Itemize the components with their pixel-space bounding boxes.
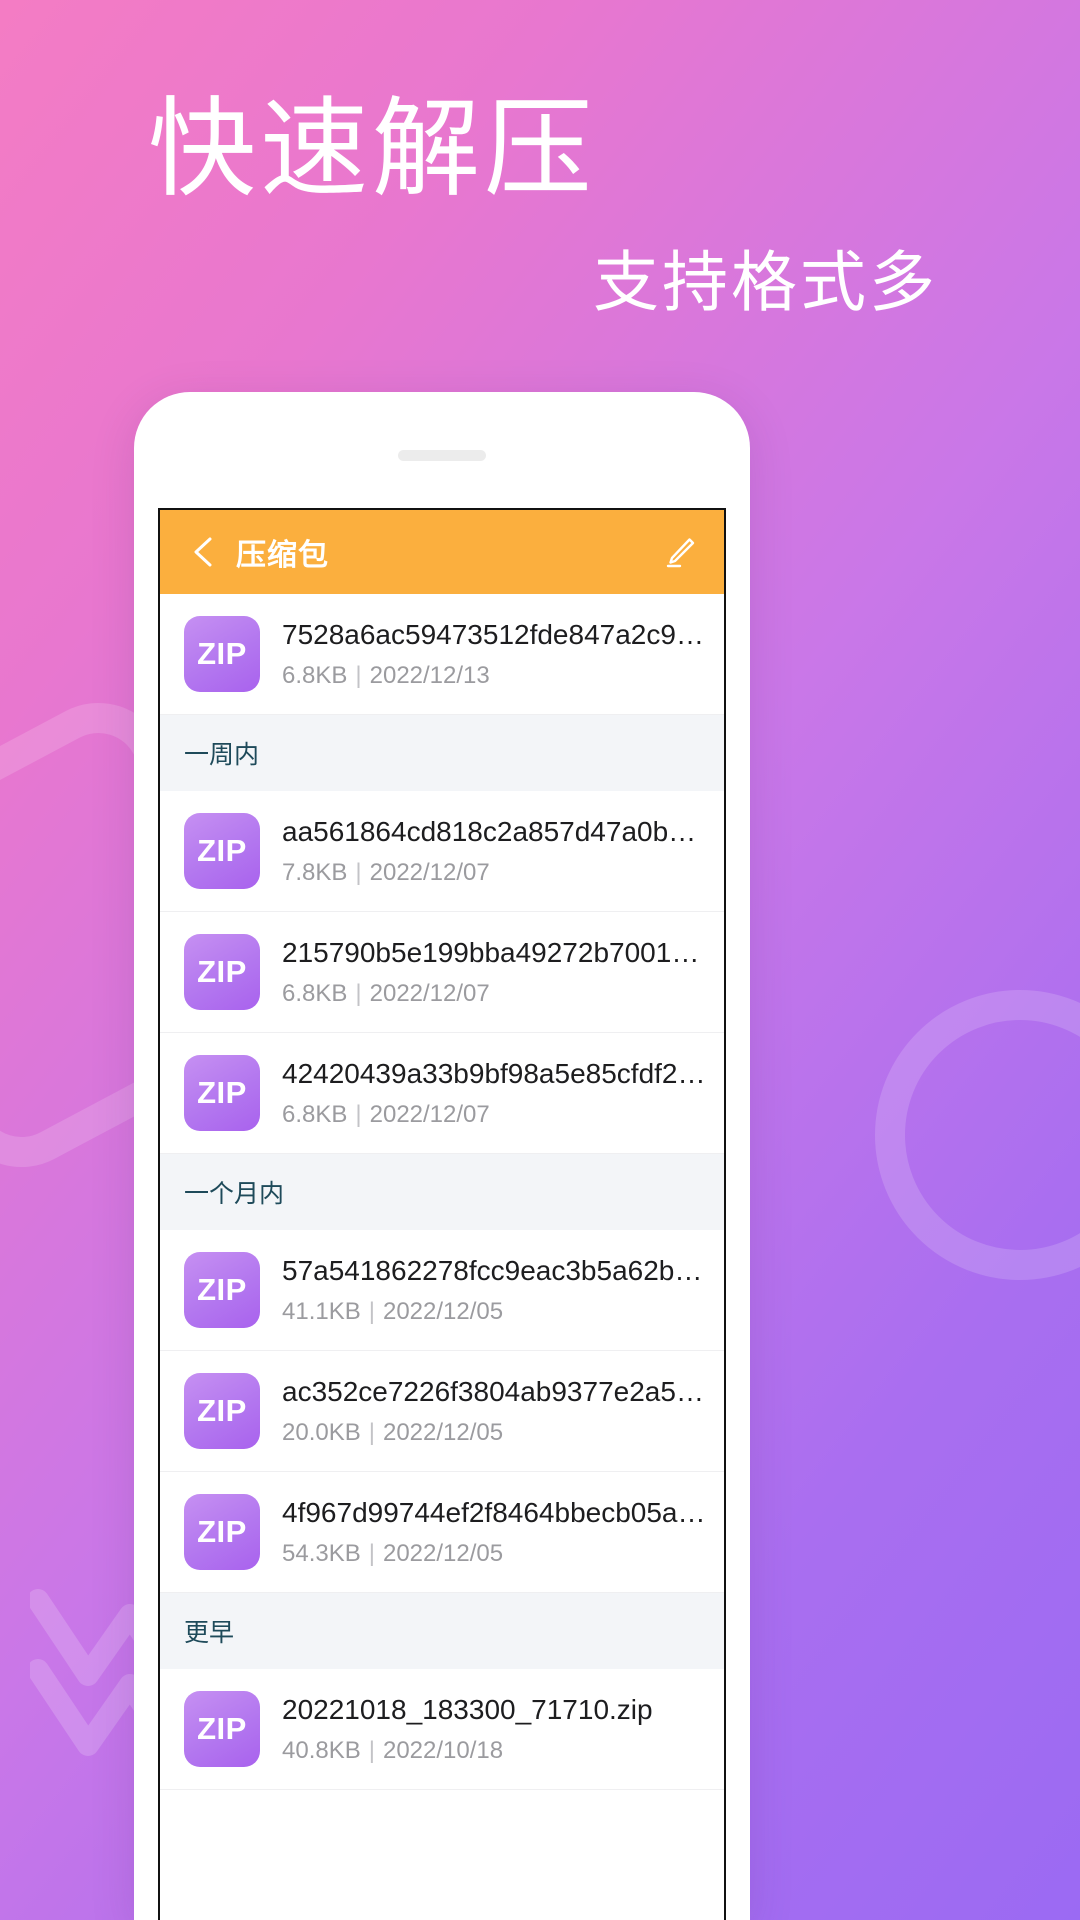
meta-separator: |	[368, 1298, 375, 1326]
meta-separator: |	[355, 1101, 362, 1129]
file-meta: 6.8KB | 2022/12/13	[282, 662, 710, 691]
zip-file-icon: ZIP	[184, 1494, 260, 1570]
meta-separator: |	[368, 1419, 375, 1447]
file-name: aa561864cd818c2a857d47a0b2ppb9fac7.zip	[282, 816, 710, 848]
file-row[interactable]: ZIP aa561864cd818c2a857d47a0b2ppb9fac7.zi…	[160, 791, 724, 912]
file-name: 20221018_183300_71710.zip	[282, 1694, 653, 1726]
chevron-left-icon[interactable]	[190, 535, 216, 569]
file-date: 2022/12/07	[369, 859, 490, 887]
promo-title: 快速解压	[148, 87, 597, 212]
file-name: 57a541862278fcc9eac3b5a62b7a826e.zip	[282, 1255, 710, 1287]
app-bar: 压缩包	[160, 510, 724, 594]
zip-file-icon: ZIP	[184, 813, 260, 889]
file-date: 2022/12/05	[382, 1419, 504, 1447]
file-row[interactable]: ZIP 42420439a33b9bf98a5e85cfdf23e4a7.zip 6…	[160, 1033, 724, 1154]
file-row[interactable]: ZIP 57a541862278fcc9eac3b5a62b7a826e.zip 4…	[160, 1230, 724, 1351]
file-row[interactable]: ZIP 215790b5e199bba49272b7001596fc29.zip 6…	[160, 912, 724, 1033]
file-name: 4f967d99744ef2f8464bbecb05a6bd58.zip	[282, 1497, 710, 1529]
file-date: 2022/12/05	[382, 1540, 504, 1568]
file-date: 2022/12/07	[369, 980, 490, 1008]
promo-banner: 快速解压 支持格式多 压缩包 ZIP 7528a6ac59473512fde84…	[0, 0, 1080, 1920]
file-size: 6.8KB	[282, 980, 348, 1008]
file-row[interactable]: ZIP 4f967d99744ef2f8464bbecb05a6bd58.zip 5…	[160, 1472, 724, 1593]
file-name: 215790b5e199bba49272b7001596fc29.zip	[282, 937, 710, 969]
zip-file-icon: ZIP	[184, 1691, 260, 1767]
file-name: 42420439a33b9bf98a5e85cfdf23e4a7.zip	[282, 1058, 710, 1090]
phone-speaker-grille	[398, 450, 486, 461]
zip-file-icon: ZIP	[184, 616, 260, 692]
headline-block: 快速解压 支持格式多	[0, 0, 1080, 322]
file-list[interactable]: ZIP 7528a6ac59473512fde847a2c9caba0d.zip 6…	[160, 594, 724, 1790]
list-section-header: 更早	[160, 1593, 724, 1669]
file-size: 7.8KB	[282, 859, 348, 887]
file-text-block: 42420439a33b9bf98a5e85cfdf23e4a7.zip 6.8K…	[282, 1056, 710, 1130]
file-text-block: 7528a6ac59473512fde847a2c9caba0d.zip 6.8K…	[282, 617, 710, 691]
zip-file-icon: ZIP	[184, 1373, 260, 1449]
file-text-block: aa561864cd818c2a857d47a0b2ppb9fac7.zip 7.…	[282, 814, 710, 888]
file-text-block: 215790b5e199bba49272b7001596fc29.zip 6.8K…	[282, 935, 710, 1009]
file-name: ac352ce7226f3804ab9377e2a5d3b7c3.zip	[282, 1376, 710, 1408]
list-section-header: 一个月内	[160, 1154, 724, 1230]
file-date: 2022/12/13	[369, 662, 490, 690]
phone-mockup: 压缩包 ZIP 7528a6ac59473512fde847a2c9caba0d.…	[134, 392, 750, 1920]
meta-separator: |	[355, 980, 362, 1008]
file-meta: 6.8KB | 2022/12/07	[282, 1101, 710, 1130]
file-size: 6.8KB	[282, 662, 348, 690]
file-size: 54.3KB	[282, 1540, 361, 1568]
file-meta: 40.8KB | 2022/10/18	[282, 1737, 710, 1766]
file-date: 2022/10/18	[382, 1737, 504, 1765]
file-meta: 41.1KB | 2022/12/05	[282, 1298, 710, 1327]
file-text-block: 20221018_183300_71710.zip 40.8KB | 2022/10/…	[282, 1692, 710, 1766]
zip-file-icon: ZIP	[184, 1252, 260, 1328]
file-text-block: ac352ce7226f3804ab9377e2a5d3b7c3.zip 20.0…	[282, 1374, 710, 1448]
file-name: 7528a6ac59473512fde847a2c9caba0d.zip	[282, 619, 710, 651]
file-text-block: 57a541862278fcc9eac3b5a62b7a826e.zip 41.1…	[282, 1253, 710, 1327]
file-meta: 7.8KB | 2022/12/07	[282, 859, 710, 888]
meta-separator: |	[355, 859, 362, 887]
file-row[interactable]: ZIP 20221018_183300_71710.zip 40.8KB | 2022/…	[160, 1669, 724, 1790]
file-size: 20.0KB	[282, 1419, 361, 1447]
file-meta: 54.3KB | 2022/12/05	[282, 1540, 710, 1569]
phone-screen: 压缩包 ZIP 7528a6ac59473512fde847a2c9caba0d.…	[158, 508, 726, 1920]
zip-file-icon: ZIP	[184, 934, 260, 1010]
file-date: 2022/12/07	[369, 1101, 490, 1129]
file-date: 2022/12/05	[382, 1298, 504, 1326]
file-size: 41.1KB	[282, 1298, 361, 1326]
promo-subtitle: 支持格式多	[593, 243, 938, 321]
list-section-header: 一周内	[160, 715, 724, 791]
meta-separator: |	[368, 1540, 375, 1568]
app-bar-title: 压缩包	[236, 538, 329, 573]
pencil-edit-icon[interactable]	[660, 533, 698, 571]
meta-separator: |	[368, 1737, 375, 1765]
file-row[interactable]: ZIP ac352ce7226f3804ab9377e2a5d3b7c3.zip 2…	[160, 1351, 724, 1472]
meta-separator: |	[355, 662, 362, 690]
file-size: 40.8KB	[282, 1737, 361, 1765]
file-size: 6.8KB	[282, 1101, 348, 1129]
file-meta: 6.8KB | 2022/12/07	[282, 980, 710, 1009]
zip-file-icon: ZIP	[184, 1055, 260, 1131]
file-meta: 20.0KB | 2022/12/05	[282, 1419, 710, 1448]
decorative-ring-shape	[875, 990, 1080, 1280]
file-row[interactable]: ZIP 7528a6ac59473512fde847a2c9caba0d.zip 6…	[160, 594, 724, 715]
file-text-block: 4f967d99744ef2f8464bbecb05a6bd58.zip 54.3…	[282, 1495, 710, 1569]
